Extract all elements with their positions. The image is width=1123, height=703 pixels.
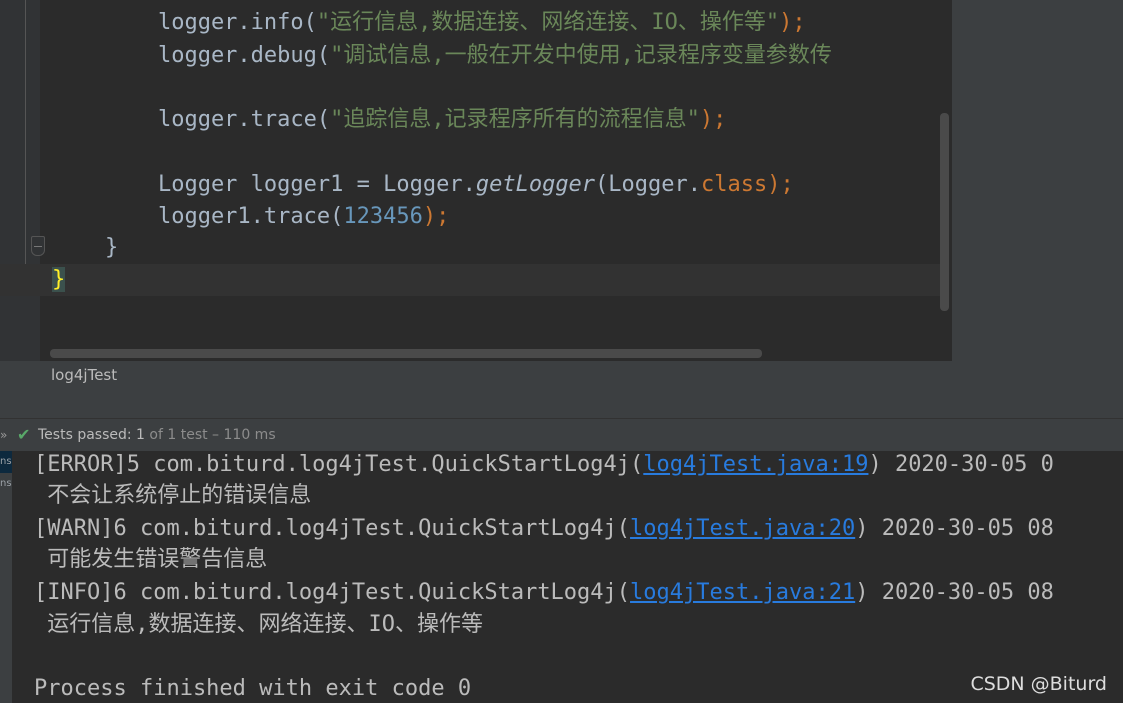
code-line: Logger logger1 = Logger.getLogger(Logger… [52, 172, 794, 197]
right-side-panel [952, 0, 1123, 389]
console-line: 运行信息,数据连接、网络连接、IO、操作等 [34, 612, 483, 637]
code-line: logger.debug("调试信息,一般在开发中使用,记录程序变量参数传 [52, 43, 832, 68]
expand-arrow-icon[interactable]: » [0, 419, 7, 451]
code-line: } [52, 235, 119, 260]
editor-vertical-scrollbar[interactable] [940, 113, 949, 311]
check-icon: ✔ [17, 425, 31, 444]
console-line: 可能发生错误警告信息 [34, 547, 268, 572]
run-toolbar-strip: ns ns [0, 451, 12, 703]
matched-brace: } [52, 267, 66, 292]
watermark: CSDN @Biturd [970, 673, 1107, 695]
code-line-current: } [0, 264, 940, 296]
source-link[interactable]: log4jTest.java:19 [643, 452, 868, 477]
console-line: 不会让系统停止的错误信息 [34, 483, 312, 508]
test-status-bar: » ✔ Tests passed: 1 of 1 test – 110 ms [0, 419, 1123, 451]
code-editor[interactable]: logger.info("运行信息,数据连接、网络连接、IO、操作等"); lo… [0, 0, 952, 361]
editor-horizontal-scrollbar[interactable] [50, 349, 762, 358]
code-line: logger.info("运行信息,数据连接、网络连接、IO、操作等"); [52, 10, 806, 35]
run-console[interactable]: [ERROR]5 com.biturd.log4jTest.QuickStart… [12, 451, 1123, 703]
strip-label: ns [0, 478, 12, 489]
code-line: logger1.trace(123456); [52, 204, 450, 229]
console-line: [ERROR]5 com.biturd.log4jTest.QuickStart… [34, 452, 1054, 477]
source-link[interactable]: log4jTest.java:20 [630, 516, 855, 541]
code-line: logger.trace("追踪信息,记录程序所有的流程信息"); [52, 107, 727, 132]
breadcrumb-class[interactable]: log4jTest [51, 361, 117, 389]
test-status-text: Tests passed: 1 of 1 test – 110 ms [38, 427, 276, 443]
breadcrumb-bar: log4jTest [0, 361, 952, 389]
source-link[interactable]: log4jTest.java:21 [630, 580, 855, 605]
panel-divider[interactable] [0, 389, 1123, 419]
console-line: Process finished with exit code 0 [34, 676, 472, 701]
console-line: [INFO]6 com.biturd.log4jTest.QuickStartL… [34, 580, 1054, 605]
strip-label: ns [0, 456, 12, 467]
console-line: [WARN]6 com.biturd.log4jTest.QuickStartL… [34, 516, 1054, 541]
